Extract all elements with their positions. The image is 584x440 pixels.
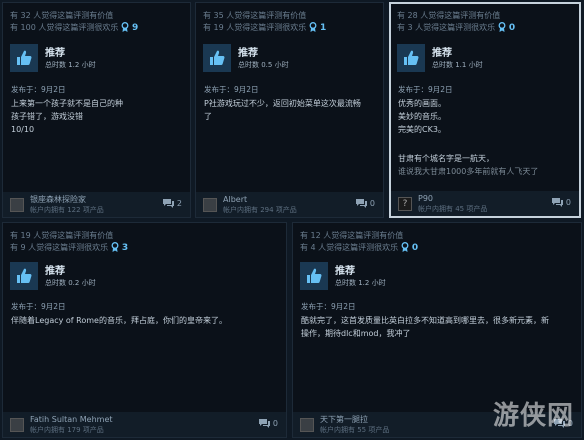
award-count: 0: [411, 243, 419, 253]
review-card: 有 35 人觉得这篇评测有价值 有 19 人觉得这篇评测很欢乐 1 推荐 总时数…: [195, 2, 384, 218]
review-card: 有 28 人觉得这篇评测有价值 有 3 人觉得这篇评测很欢乐 0 推荐 总时数 …: [389, 2, 581, 218]
posted-date: 发布于：9月2日: [11, 302, 66, 311]
funny-count: 有 4 人觉得这篇评测很欢乐: [300, 243, 399, 252]
author-name[interactable]: Albert: [223, 195, 297, 205]
review-text: 伴随着Legacy of Rome的音乐，拜占庭，你们的皇帝来了。: [11, 316, 227, 325]
thumbs-up-icon: [203, 44, 231, 72]
avatar[interactable]: ?: [398, 196, 412, 211]
award-ribbon-icon: [498, 22, 506, 32]
posted-date: 发布于：9月2日: [204, 85, 259, 94]
review-text: P社游戏玩过不少，返回初始菜单这次最流畅 了: [204, 99, 361, 121]
review-text: 上来第一个孩子就不是自己的种 孩子错了，游戏没错 10/10: [11, 99, 123, 134]
review-footer: 银座森林探险家 帐户内拥有 122 项产品 2: [3, 192, 190, 217]
author-product-count: 帐户内拥有 179 项产品: [30, 425, 104, 434]
comment-bubble-icon: [258, 419, 270, 428]
posted-date: 发布于：9月2日: [301, 302, 356, 311]
author-name[interactable]: 天下第一腿拉: [320, 415, 389, 425]
funny-count: 有 9 人觉得这篇评测很欢乐: [10, 243, 109, 252]
award-button[interactable]: 1: [309, 22, 327, 33]
award-ribbon-icon: [111, 242, 119, 252]
playtime: 总时数 0.5 小时: [238, 60, 289, 69]
award-button[interactable]: 0: [498, 22, 516, 33]
comments-button[interactable]: 0: [551, 198, 571, 207]
author-name[interactable]: P90: [418, 194, 487, 204]
author-product-count: 帐户内拥有 45 项产品: [418, 204, 488, 213]
review-card: 有 32 人觉得这篇评测有价值 有 100 人觉得这篇评测很欢乐 9 推荐 总时…: [2, 2, 191, 218]
author-product-count: 帐户内拥有 294 项产品: [223, 205, 297, 214]
recommendation-label: 推荐: [335, 265, 355, 277]
helpful-count: 有 32 人觉得这篇评测有价值: [10, 11, 114, 20]
review-footer: Albert 帐户内拥有 294 项产品 0: [196, 192, 383, 217]
review-footer: Fatih Sultan Mehmet 帐户内拥有 179 项产品 0: [3, 412, 286, 437]
thumbs-up-icon: [397, 44, 425, 72]
award-count: 3: [121, 243, 129, 253]
review-text: 酷就完了，这首发质量比英白拉多不知道高到哪里去，很多新元素，新 操作，期待dlc…: [301, 316, 549, 338]
thumbs-up-icon: [10, 44, 38, 72]
comment-bubble-icon: [355, 199, 367, 208]
recommendation-label: 推荐: [238, 47, 258, 59]
funny-count: 有 100 人觉得这篇评测很欢乐: [10, 23, 119, 32]
comment-count: 0: [369, 199, 375, 208]
thumbs-up-icon: [10, 262, 38, 290]
avatar[interactable]: [300, 417, 314, 432]
watermark-logo: 游侠网: [492, 401, 574, 431]
award-count: 1: [319, 23, 327, 33]
award-count: 0: [508, 23, 516, 33]
award-button[interactable]: 9: [121, 22, 139, 33]
award-count: 9: [132, 23, 139, 33]
comment-bubble-icon: [551, 198, 563, 207]
award-ribbon-icon: [121, 22, 129, 32]
funny-count: 有 3 人觉得这篇评测很欢乐: [397, 23, 496, 32]
helpful-count: 有 19 人觉得这篇评测有价值: [10, 231, 114, 240]
author-name[interactable]: 银座森林探险家: [30, 195, 104, 205]
helpful-count: 有 28 人觉得这篇评测有价值: [397, 11, 501, 20]
comment-count: 0: [272, 419, 278, 428]
review-card: 有 19 人觉得这篇评测有价值 有 9 人觉得这篇评测很欢乐 3 推荐 总时数 …: [2, 222, 287, 438]
funny-count: 有 19 人觉得这篇评测很欢乐: [203, 23, 307, 32]
avatar[interactable]: [203, 197, 217, 212]
author-product-count: 帐户内拥有 122 项产品: [30, 205, 104, 214]
recommendation-label: 推荐: [45, 265, 65, 277]
review-footer: ? P90 帐户内拥有 45 项产品 0: [391, 191, 579, 216]
posted-date: 发布于：9月2日: [11, 85, 66, 94]
avatar[interactable]: [10, 417, 24, 432]
award-ribbon-icon: [309, 22, 317, 32]
recommendation-label: 推荐: [45, 47, 65, 59]
author-name[interactable]: Fatih Sultan Mehmet: [30, 415, 113, 425]
thumbs-up-icon: [300, 262, 328, 290]
comments-button[interactable]: 0: [258, 419, 278, 428]
recommendation-label: 推荐: [432, 47, 452, 59]
review-text: 优秀的画面。 美妙的音乐。 完美的CK3。: [398, 99, 446, 134]
playtime: 总时数 1.2 小时: [45, 60, 96, 69]
review-text-extra: 甘肃有个城名字是一航天，: [398, 154, 494, 163]
helpful-count: 有 12 人觉得这篇评测有价值: [300, 231, 404, 240]
playtime: 总时数 1.2 小时: [335, 278, 386, 287]
comment-count: 0: [565, 198, 571, 207]
playtime: 总时数 1.1 小时: [432, 60, 483, 69]
award-button[interactable]: 0: [401, 242, 419, 253]
comments-button[interactable]: 0: [355, 199, 375, 208]
review-text-faded: 谁说我大甘肃1000多年前就有人飞天了: [398, 167, 539, 176]
comments-button[interactable]: 2: [162, 199, 182, 208]
avatar[interactable]: [10, 197, 24, 212]
author-product-count: 帐户内拥有 55 项产品: [320, 425, 390, 434]
comment-count: 2: [176, 199, 182, 208]
award-button[interactable]: 3: [111, 242, 129, 253]
playtime: 总时数 0.2 小时: [45, 278, 96, 287]
comment-bubble-icon: [162, 199, 174, 208]
posted-date: 发布于：9月2日: [398, 85, 453, 94]
award-ribbon-icon: [401, 242, 409, 252]
helpful-count: 有 35 人觉得这篇评测有价值: [203, 11, 307, 20]
